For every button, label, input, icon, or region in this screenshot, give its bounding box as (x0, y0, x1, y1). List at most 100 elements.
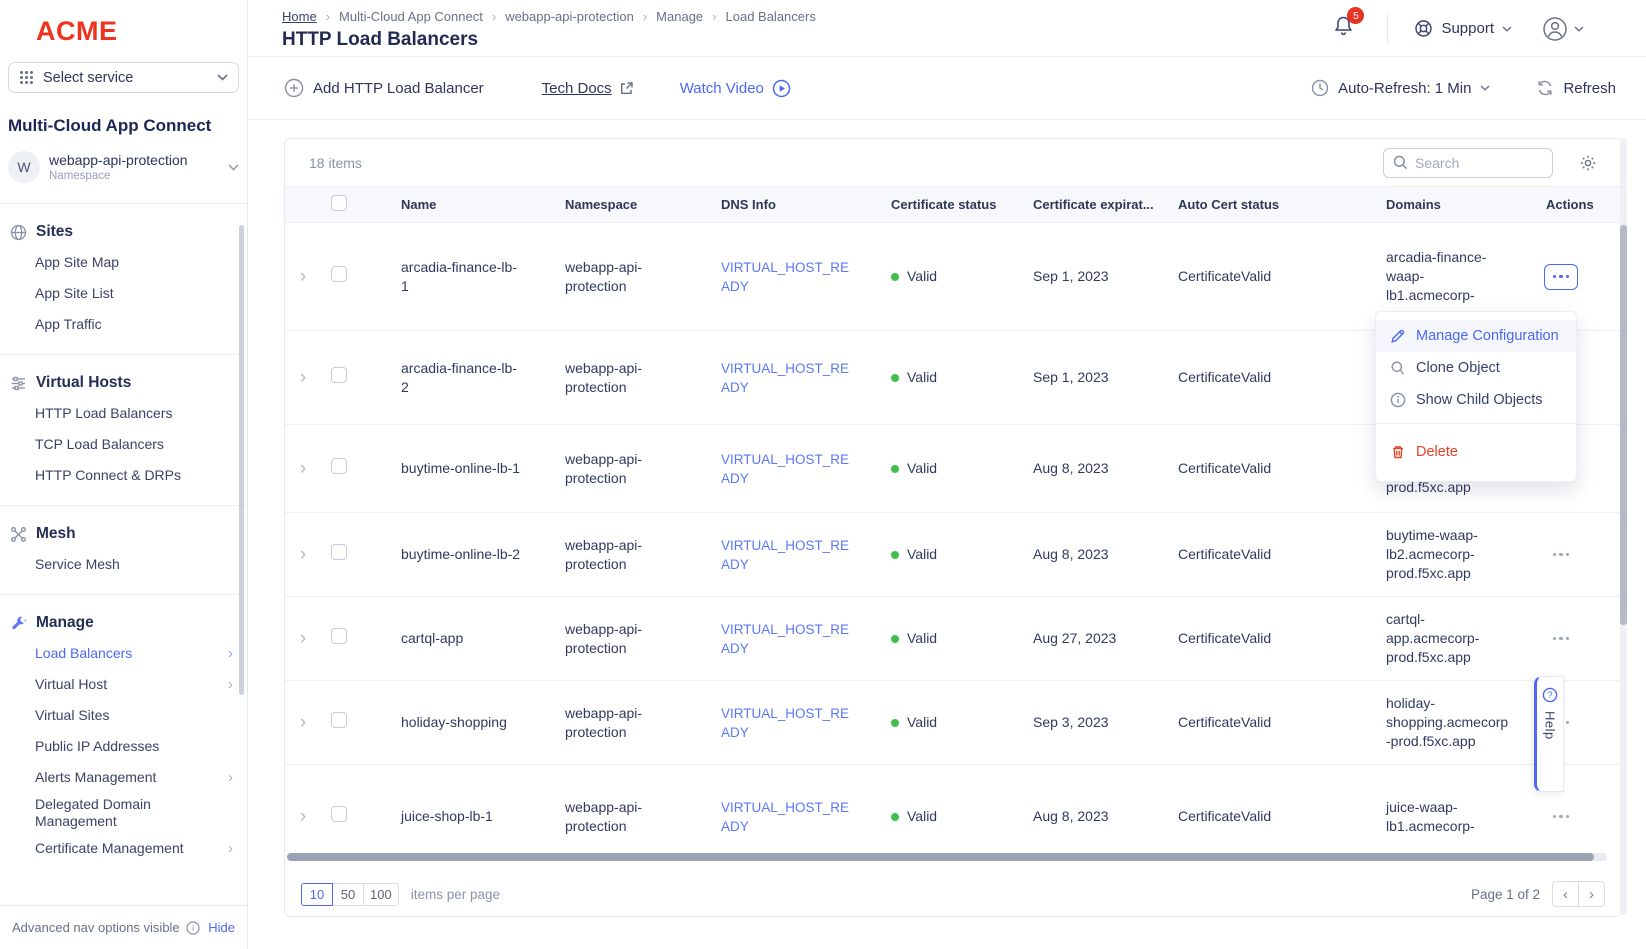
page-size-50[interactable]: 50 (332, 883, 364, 906)
expand-row-icon[interactable]: › (300, 462, 306, 476)
sidebar-item-http-load-balancers[interactable]: HTTP Load Balancers (0, 398, 247, 429)
namespace-name: webapp-api-protection (49, 152, 228, 168)
service-selector-label: Select service (43, 70, 217, 86)
column-header-domains: Domains (1376, 197, 1536, 212)
expand-row-icon[interactable]: › (300, 810, 306, 824)
sidebar: ACME Select service Multi-Cloud App Conn… (0, 0, 248, 949)
support-menu[interactable]: Support (1414, 19, 1512, 38)
page-size-10[interactable]: 10 (301, 883, 333, 906)
table-settings-button[interactable] (1579, 154, 1597, 172)
dns-info-link[interactable]: VIRTUAL_HOST_RE ADY (721, 706, 849, 740)
sidebar-scrollbar[interactable] (239, 225, 244, 695)
refresh-button[interactable]: Refresh (1536, 79, 1616, 97)
pagination: 10 50 100 items per page Page 1 of 2 ‹ › (285, 879, 1621, 909)
breadcrumb-item[interactable]: Multi-Cloud App Connect (339, 9, 483, 24)
dns-info-link[interactable]: VIRTUAL_HOST_RE ADY (721, 800, 849, 834)
dns-info-link[interactable]: VIRTUAL_HOST_RE ADY (721, 452, 849, 486)
add-http-load-balancer-button[interactable]: Add HTTP Load Balancer (284, 78, 484, 98)
cell-name: holiday-shopping (391, 713, 555, 732)
nav-section-sites: Sites App Site Map App Site List App Tra… (0, 203, 247, 354)
sidebar-item-app-traffic[interactable]: App Traffic (0, 309, 247, 340)
expand-row-icon[interactable]: › (300, 716, 306, 730)
next-page-button[interactable]: › (1578, 881, 1605, 907)
sidebar-item-load-balancers[interactable]: Load Balancers › (0, 638, 247, 669)
search-input[interactable] (1415, 155, 1543, 171)
horizontal-scrollbar[interactable] (287, 853, 1607, 861)
row-actions-button[interactable] (1544, 264, 1578, 290)
menu-item-show-child-objects[interactable]: Show Child Objects (1376, 384, 1576, 416)
row-checkbox[interactable] (331, 628, 347, 644)
notifications-button[interactable]: 5 (1332, 14, 1355, 43)
column-header-namespace: Namespace (555, 197, 711, 212)
cell-cert-expiration: Aug 8, 2023 (1023, 807, 1168, 826)
page-size-100[interactable]: 100 (363, 883, 399, 906)
lifebuoy-icon (1414, 19, 1433, 38)
breadcrumb-item[interactable]: Manage (656, 9, 703, 24)
page-info: Page 1 of 2 (1471, 887, 1540, 902)
tech-docs-link[interactable]: Tech Docs (542, 80, 634, 97)
row-checkbox[interactable] (331, 367, 347, 383)
namespace-avatar: W (8, 151, 40, 183)
column-header-actions: Actions (1536, 197, 1623, 212)
sidebar-item-service-mesh[interactable]: Service Mesh (0, 549, 247, 580)
row-actions-button[interactable] (1544, 804, 1578, 830)
pencil-icon (1390, 328, 1406, 344)
hide-nav-link[interactable]: Hide (208, 920, 235, 935)
sidebar-item-app-site-list[interactable]: App Site List (0, 278, 247, 309)
row-checkbox[interactable] (331, 712, 347, 728)
expand-row-icon[interactable]: › (300, 632, 306, 646)
dns-info-link[interactable]: VIRTUAL_HOST_RE ADY (721, 260, 849, 294)
chevron-down-icon (1574, 26, 1584, 32)
namespace-selector[interactable]: W webapp-api-protection Namespace (8, 151, 239, 183)
column-header-dns-info: DNS Info (711, 197, 881, 212)
sidebar-item-alerts-management[interactable]: Alerts Management › (0, 762, 247, 793)
expand-row-icon[interactable]: › (300, 270, 306, 284)
menu-divider (1376, 423, 1576, 424)
breadcrumb-home[interactable]: Home (282, 9, 317, 24)
service-selector[interactable]: Select service (8, 62, 239, 93)
cell-domains: arcadia-finance- waap- lb1.acmecorp- (1376, 248, 1536, 305)
sidebar-item-delegated-domain-management[interactable]: Delegated Domain Management (0, 793, 247, 833)
sidebar-item-http-connect-drps[interactable]: HTTP Connect & DRPs (0, 460, 247, 491)
sidebar-item-certificate-management[interactable]: Certificate Management › (0, 833, 247, 864)
cell-cert-status: Valid (907, 713, 937, 732)
cell-cert-expiration: Sep 1, 2023 (1023, 267, 1168, 286)
vertical-scrollbar-thumb[interactable] (1620, 225, 1627, 625)
sidebar-item-app-site-map[interactable]: App Site Map (0, 247, 247, 278)
cell-namespace: webapp-api- protection (555, 359, 711, 397)
help-tab[interactable]: ? Help (1534, 676, 1564, 792)
expand-row-icon[interactable]: › (300, 548, 306, 562)
sidebar-item-virtual-host[interactable]: Virtual Host › (0, 669, 247, 700)
menu-item-delete[interactable]: Delete (1376, 436, 1576, 468)
expand-row-icon[interactable]: › (300, 371, 306, 385)
svg-text:?: ? (1547, 690, 1552, 700)
breadcrumb-current: Load Balancers (726, 9, 816, 24)
vertical-scrollbar[interactable] (1620, 138, 1627, 915)
items-count: 18 items (309, 155, 362, 171)
table-search (1383, 148, 1553, 178)
horizontal-scrollbar-thumb[interactable] (287, 853, 1594, 861)
row-checkbox[interactable] (331, 266, 347, 282)
account-menu[interactable] (1542, 16, 1584, 42)
help-question-icon: ? (1542, 687, 1558, 703)
watch-video-link[interactable]: Watch Video (680, 79, 791, 98)
sidebar-item-tcp-load-balancers[interactable]: TCP Load Balancers (0, 429, 247, 460)
dns-info-link[interactable]: VIRTUAL_HOST_RE ADY (721, 361, 849, 395)
dns-info-link[interactable]: VIRTUAL_HOST_RE ADY (721, 538, 849, 572)
row-actions-button[interactable] (1544, 626, 1578, 652)
row-actions-button[interactable] (1544, 542, 1578, 568)
menu-item-clone-object[interactable]: Clone Object (1376, 352, 1576, 384)
select-all-checkbox[interactable] (331, 195, 347, 211)
dns-info-link[interactable]: VIRTUAL_HOST_RE ADY (721, 622, 849, 656)
auto-refresh-dropdown[interactable]: Auto-Refresh: 1 Min (1311, 79, 1490, 97)
sidebar-item-virtual-sites[interactable]: Virtual Sites (0, 700, 247, 731)
breadcrumb-item[interactable]: webapp-api-protection (505, 9, 634, 24)
previous-page-button[interactable]: ‹ (1552, 881, 1579, 907)
cell-domains: juice-waap- lb1.acmecorp- (1376, 798, 1536, 836)
cell-auto-cert-status: CertificateValid (1168, 807, 1376, 826)
row-checkbox[interactable] (331, 544, 347, 560)
menu-item-manage-configuration[interactable]: Manage Configuration (1376, 320, 1576, 352)
row-checkbox[interactable] (331, 458, 347, 474)
sidebar-item-public-ip-addresses[interactable]: Public IP Addresses (0, 731, 247, 762)
row-checkbox[interactable] (331, 806, 347, 822)
